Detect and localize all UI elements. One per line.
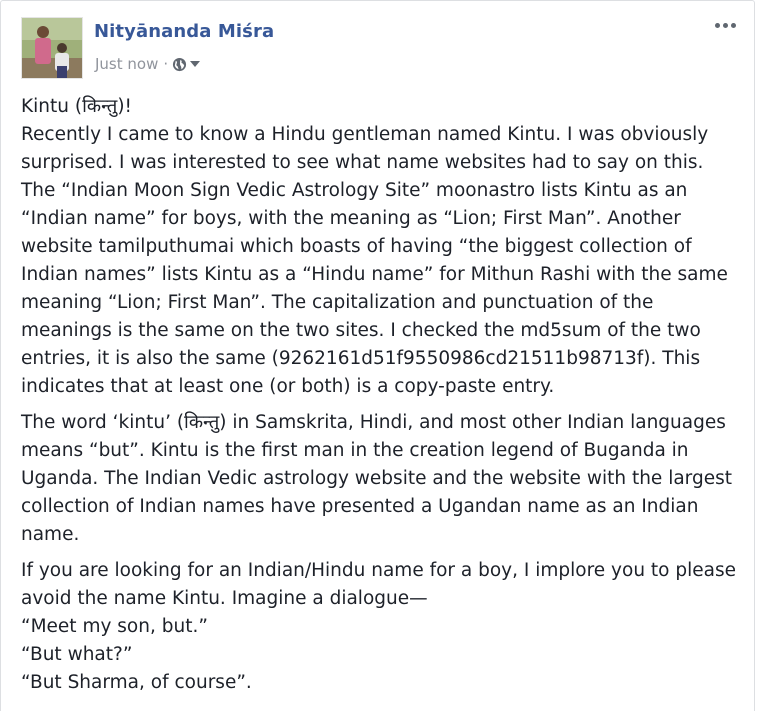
post-text-line: entries, it is also the same (9262161d51… bbox=[21, 348, 701, 369]
post-text-line: name. bbox=[21, 524, 80, 545]
post-text-line: means “but”. Kintu is the first man in t… bbox=[21, 440, 689, 461]
post-text-line: website tamilputhumai which boasts of ha… bbox=[21, 236, 692, 257]
audience-caret-down-icon[interactable] bbox=[190, 61, 201, 67]
author-avatar[interactable] bbox=[21, 17, 83, 79]
post-text-line: “Meet my son, but.” bbox=[21, 616, 208, 637]
meta-separator: · bbox=[163, 55, 169, 73]
author-name-link[interactable]: Nityānanda Miśra bbox=[94, 21, 274, 42]
post-text-line: Uganda. The Indian Vedic astrology websi… bbox=[21, 468, 732, 489]
post-paragraph-1: Kintu (किन्तु)! Recently I came to know … bbox=[21, 93, 741, 401]
more-options-ellipsis-icon[interactable] bbox=[715, 23, 736, 28]
timestamp-link[interactable]: Just now bbox=[95, 55, 158, 73]
post-text-line: “But what?” bbox=[21, 644, 133, 665]
post-text-line: Indian names” lists Kintu as a “Hindu na… bbox=[21, 264, 728, 285]
post-paragraph-3: If you are looking for an Indian/Hindu n… bbox=[21, 557, 741, 697]
post-text-line: avoid the name Kintu. Imagine a dialogue… bbox=[21, 588, 428, 609]
post-text-line: “But Sharma, of course”. bbox=[21, 672, 252, 693]
post-text-line: indicates that at least one (or both) is… bbox=[21, 376, 555, 397]
post-card: Nityānanda Miśra Just now · Kintu (किन्त… bbox=[0, 0, 755, 711]
post-text-line: Recently I came to know a Hindu gentlema… bbox=[21, 124, 709, 145]
avatar-photo bbox=[22, 18, 82, 78]
post-meta: Just now · bbox=[95, 55, 201, 73]
post-text-line: If you are looking for an Indian/Hindu n… bbox=[21, 560, 737, 581]
post-text-line: surprised. I was interested to see what … bbox=[21, 152, 704, 173]
post-text-line: Kintu (किन्तु)! bbox=[21, 96, 132, 117]
post-text-line: meaning “Lion; First Man”. The capitaliz… bbox=[21, 292, 654, 313]
post-text-line: meanings is the same on the two sites. I… bbox=[21, 320, 701, 341]
post-text-line: The word ‘kintu’ (किन्तु) in Samskrita, … bbox=[21, 412, 726, 433]
globe-icon bbox=[172, 57, 187, 72]
post-text-line: collection of Indian names have presente… bbox=[21, 496, 699, 517]
post-text-line: “Indian name” for boys, with the meaning… bbox=[21, 208, 681, 229]
post-paragraph-2: The word ‘kintu’ (किन्तु) in Samskrita, … bbox=[21, 409, 741, 549]
post-body: Kintu (किन्तु)! Recently I came to know … bbox=[21, 93, 741, 705]
post-text-line: The “Indian Moon Sign Vedic Astrology Si… bbox=[21, 180, 688, 201]
